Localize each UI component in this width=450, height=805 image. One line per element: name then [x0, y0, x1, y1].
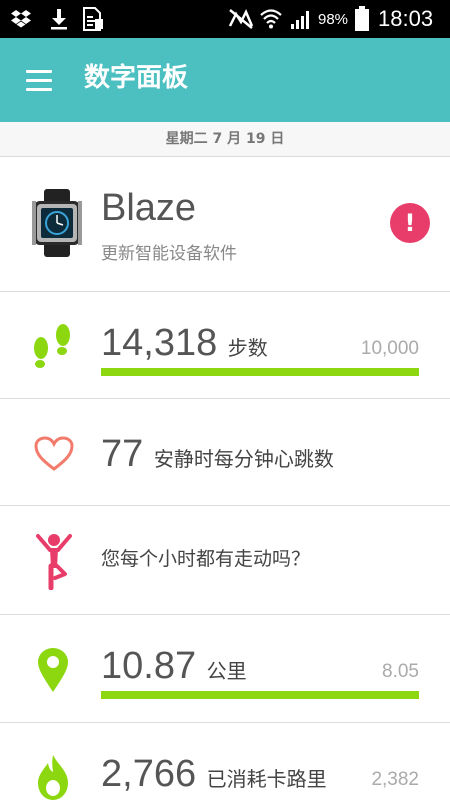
- hourly-activity-text: 您每个小时都有走动吗？: [101, 548, 311, 570]
- watch-icon: [28, 189, 86, 261]
- calories-goal: 2,382: [371, 769, 419, 790]
- device-name: Blaze: [101, 187, 197, 229]
- document-icon: [82, 0, 104, 38]
- steps-value: 14,318: [101, 322, 218, 364]
- battery-icon: [354, 0, 370, 38]
- steps-unit: 步数: [227, 336, 268, 360]
- steps-progress-fill: [101, 368, 419, 376]
- activity-person-icon: [36, 532, 72, 594]
- flame-icon: [36, 753, 70, 805]
- heart-value-line: 77 安静时每分钟心跳数: [101, 433, 334, 476]
- heart-value: 77: [101, 433, 144, 475]
- download-icon: [50, 0, 68, 38]
- hourly-activity-row[interactable]: 您每个小时都有走动吗？: [0, 506, 450, 615]
- device-status: 更新智能设备软件: [101, 244, 237, 264]
- distance-progress-bar: [101, 691, 419, 699]
- distance-progress-fill: [101, 691, 419, 699]
- steps-row[interactable]: 14,318 步数 10,000: [0, 292, 450, 399]
- heart-label: 安静时每分钟心跳数: [153, 447, 334, 471]
- heart-rate-row[interactable]: 77 安静时每分钟心跳数: [0, 399, 450, 506]
- wifi-icon: [260, 0, 282, 38]
- steps-goal: 10,000: [360, 338, 419, 359]
- location-pin-icon: [36, 647, 70, 697]
- signal-icon: [290, 0, 312, 38]
- steps-value-line: 14,318 步数: [101, 322, 268, 365]
- battery-percent: 98%: [318, 10, 349, 28]
- calories-value: 2,766: [101, 753, 197, 795]
- heart-icon: [34, 436, 74, 476]
- device-row[interactable]: Blaze 更新智能设备软件 !: [0, 157, 450, 292]
- alert-icon[interactable]: !: [390, 203, 430, 243]
- page-title: 数字面板: [84, 63, 189, 93]
- mute-icon: [228, 0, 254, 38]
- clock: 18:03: [378, 6, 434, 31]
- distance-value-line: 10.87 公里: [101, 645, 247, 688]
- footprints-icon: [30, 322, 76, 374]
- dropbox-icon: [10, 0, 32, 38]
- date-label: 星期二 7 月 19 日: [165, 131, 285, 147]
- date-header: 星期二 7 月 19 日: [0, 122, 450, 157]
- calories-value-line: 2,766 已消耗卡路里: [101, 753, 327, 796]
- steps-progress-bar: [101, 368, 419, 376]
- distance-row[interactable]: 10.87 公里 8.05: [0, 615, 450, 723]
- distance-value: 10.87: [101, 645, 197, 687]
- distance-goal: 8.05: [382, 661, 419, 682]
- menu-icon[interactable]: [26, 70, 52, 92]
- calories-row[interactable]: 2,766 已消耗卡路里 2,382: [0, 723, 450, 800]
- app-bar: 数字面板: [0, 38, 450, 122]
- status-bar: 98% 18:03: [0, 0, 450, 38]
- calories-unit: 已消耗卡路里: [206, 767, 327, 791]
- distance-unit: 公里: [206, 659, 247, 683]
